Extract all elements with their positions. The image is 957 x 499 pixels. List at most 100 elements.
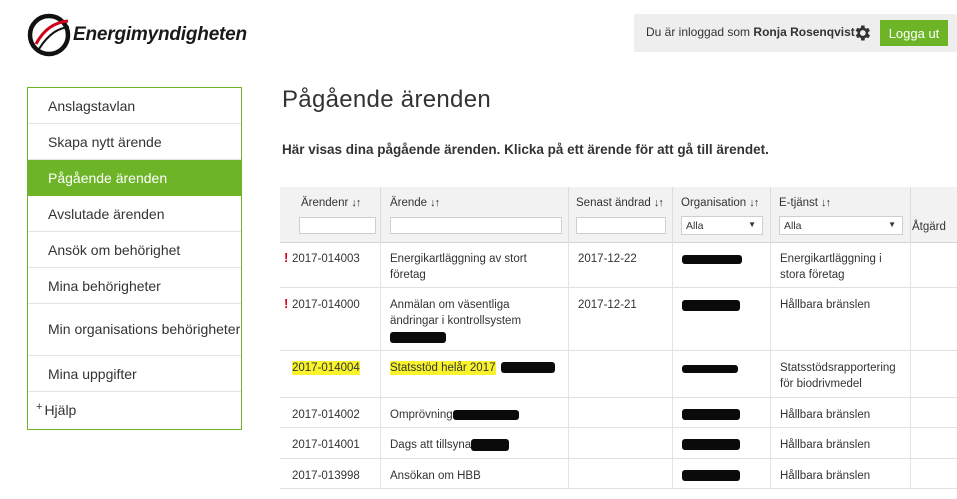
table-header: Ärendenr ↓↑ Ärende ↓↑ Senast ändrad ↓↑ Orga… (280, 187, 957, 243)
case-etjanst: Hållbara bränslen (771, 288, 911, 350)
sidebar-item-anslagstavlan[interactable]: Anslagstavlan (28, 88, 241, 124)
attention-icon: ! (284, 296, 289, 311)
logged-in-text: Du är inloggad som Ronja Rosenqvist (646, 25, 855, 39)
filter-organisation-value: Alla (686, 220, 704, 232)
column-arende[interactable]: Ärende ↓↑ (381, 187, 569, 242)
case-action (911, 242, 957, 287)
filter-etjanst-value: Alla (784, 220, 802, 232)
case-etjanst: Statsstödsrapportering för biodrivmedel (771, 351, 911, 397)
redaction (500, 362, 555, 374)
table-row[interactable]: 2017-014001 Dags att tillsyna Hållbara b… (280, 428, 957, 459)
case-title[interactable]: Anmälan om väsentliga ändringar i kontro… (390, 299, 521, 327)
case-etjanst: Energikartläggning i stora företag (771, 242, 911, 287)
case-title-cell[interactable]: Anmälan om väsentliga ändringar i kontro… (381, 288, 569, 350)
case-action (911, 428, 957, 458)
case-number[interactable]: 2017-014000 (292, 299, 360, 311)
sort-icon[interactable]: ↓↑ (821, 197, 831, 209)
sidebar-item-avslutade-arenden[interactable]: Avslutade ärenden (28, 196, 241, 232)
case-number[interactable]: 2017-014004 (292, 361, 360, 375)
case-title[interactable]: Omprövning (390, 409, 453, 421)
case-etjanst: Hållbara bränslen (771, 398, 911, 427)
page-intro: Här visas dina pågående ärenden. Klicka … (282, 142, 769, 157)
case-number[interactable]: 2017-014001 (280, 428, 381, 458)
sidebar-item-mina-uppgifter[interactable]: Mina uppgifter (28, 356, 241, 392)
case-number[interactable]: 2017-013998 (280, 459, 381, 488)
case-action (911, 398, 957, 427)
sort-icon[interactable]: ↓↑ (351, 197, 361, 209)
table-row[interactable]: ! 2017-014000 Anmälan om väsentliga ändri… (280, 288, 957, 351)
case-title-cell[interactable]: Statsstöd helår 2017 (381, 351, 569, 397)
filter-etjanst-select[interactable]: Alla ▼ (779, 216, 903, 235)
sidebar-item-mina-behorigheter[interactable]: Mina behörigheter (28, 268, 241, 304)
filter-senast-andrad-input[interactable] (576, 217, 666, 234)
redaction (682, 470, 740, 482)
column-arendenr[interactable]: Ärendenr ↓↑ (280, 187, 381, 242)
user-bar: Du är inloggad som Ronja Rosenqvist Logg… (634, 14, 957, 52)
expand-plus-icon: + (36, 401, 43, 413)
column-etjanst[interactable]: E-tjänst ↓↑ Alla ▼ (771, 187, 911, 242)
logged-in-prefix: Du är inloggad som (646, 25, 751, 39)
case-action (911, 288, 957, 350)
sort-icon[interactable]: ↓↑ (749, 197, 759, 209)
sidebar-item-hjalp[interactable]: + Hjälp (28, 392, 241, 428)
case-organisation (673, 428, 771, 458)
logout-button[interactable]: Logga ut (880, 20, 948, 46)
redaction (682, 364, 738, 373)
sidebar-item-skapa-nytt-arende[interactable]: Skapa nytt ärende (28, 124, 241, 160)
case-number[interactable]: 2017-014003 (292, 253, 360, 265)
sidebar-nav: Anslagstavlan Skapa nytt ärende Pågående… (27, 87, 242, 430)
redaction (682, 255, 742, 265)
case-action (911, 351, 957, 397)
column-organisation-label: Organisation (681, 197, 747, 209)
logo-mark-icon (27, 13, 71, 57)
chevron-down-icon: ▼ (748, 220, 756, 229)
case-title[interactable]: Dags att tillsyna (390, 439, 471, 451)
redaction (471, 438, 510, 451)
redaction (682, 439, 740, 451)
sort-icon[interactable]: ↓↑ (654, 197, 664, 209)
column-atgard-label: Åtgärd (912, 221, 946, 233)
column-arendenr-label: Ärendenr (301, 197, 349, 209)
chevron-down-icon: ▼ (888, 220, 896, 229)
table-row[interactable]: 2017-014002 Omprövning Hållbara bränslen (280, 398, 957, 428)
case-etjanst: Hållbara bränslen (771, 428, 911, 458)
sidebar-item-min-organisations-behorigheter[interactable]: Min organisations behörigheter (28, 304, 241, 356)
sidebar-item-ansok-om-behorighet[interactable]: Ansök om behörighet (28, 232, 241, 268)
case-title[interactable]: Ansökan om HBB (381, 459, 569, 488)
table-row[interactable]: ! 2017-014003 Energikartläggning av stort… (280, 242, 957, 288)
redaction (682, 409, 740, 421)
case-organisation (673, 242, 771, 287)
column-senast-andrad-label: Senast ändrad (576, 197, 651, 209)
page-title: Pågående ärenden (282, 86, 491, 113)
sidebar-item-pagaende-arenden[interactable]: Pågående ärenden (28, 160, 241, 196)
sidebar-item-hjalp-label: Hjälp (44, 402, 77, 418)
column-atgard: Åtgärd (911, 187, 957, 242)
case-changed (569, 351, 673, 397)
case-title-cell[interactable]: Omprövning (381, 398, 569, 427)
redaction (682, 300, 740, 312)
filter-arende-input[interactable] (390, 217, 562, 234)
filter-arendenr-input[interactable] (299, 217, 376, 234)
user-name: Ronja Rosenqvist (753, 25, 855, 39)
case-number[interactable]: 2017-014002 (280, 398, 381, 427)
table-row[interactable]: 2017-014004 Statsstöd helår 2017 Statsst… (280, 351, 957, 398)
case-organisation (673, 398, 771, 427)
sort-icon[interactable]: ↓↑ (430, 197, 440, 209)
case-title-cell[interactable]: Dags att tillsyna (381, 428, 569, 458)
gear-icon[interactable] (852, 23, 872, 43)
case-changed (569, 459, 673, 488)
brand-name: Energimyndigheten (73, 24, 247, 45)
case-title[interactable]: Energikartläggning av stort företag (381, 242, 569, 287)
table-row[interactable]: 2017-013998 Ansökan om HBB Hållbara brän… (280, 459, 957, 489)
column-senast-andrad[interactable]: Senast ändrad ↓↑ (569, 187, 673, 242)
case-changed: 2017-12-22 (569, 242, 673, 287)
case-etjanst: Hållbara bränslen (771, 459, 911, 488)
case-changed (569, 428, 673, 458)
attention-icon: ! (284, 250, 289, 265)
filter-organisation-select[interactable]: Alla ▼ (681, 216, 763, 235)
case-organisation (673, 288, 771, 350)
brand-logo[interactable]: Energimyndigheten (27, 12, 247, 58)
column-organisation[interactable]: Organisation ↓↑ Alla ▼ (673, 187, 771, 242)
case-changed: 2017-12-21 (569, 288, 673, 350)
case-title[interactable]: Statsstöd helår 2017 (390, 361, 496, 375)
